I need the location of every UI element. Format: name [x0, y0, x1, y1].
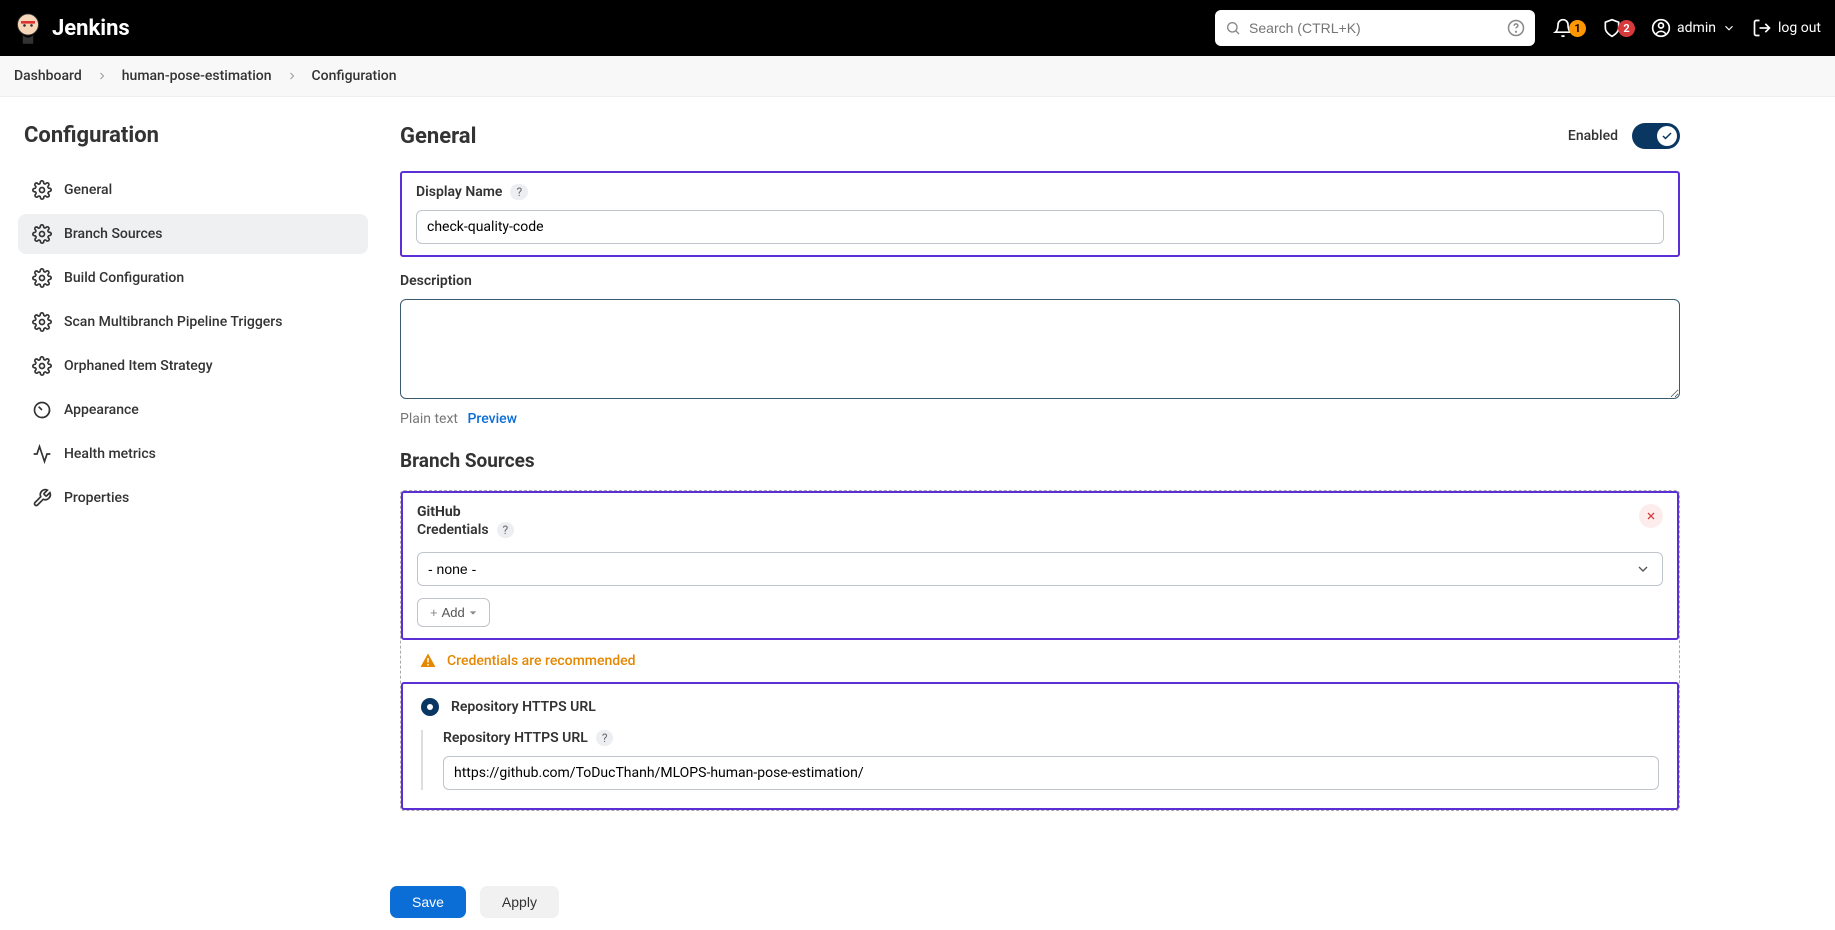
user-menu[interactable]: admin	[1651, 18, 1736, 38]
logout-label: log out	[1778, 20, 1821, 36]
activity-icon	[32, 444, 52, 464]
repo-url-label: Repository HTTPS URL	[443, 730, 588, 746]
notifications-button[interactable]: 1	[1553, 18, 1586, 38]
repo-url-radio[interactable]	[421, 698, 439, 716]
preview-link[interactable]: Preview	[467, 411, 517, 427]
breadcrumb-item[interactable]: Dashboard	[14, 68, 82, 84]
search-icon	[1225, 20, 1241, 36]
description-textarea[interactable]	[400, 299, 1680, 399]
logout-button[interactable]: log out	[1752, 18, 1821, 38]
help-button[interactable]: ?	[596, 730, 614, 746]
chevron-right-icon	[96, 70, 108, 82]
user-name: admin	[1677, 20, 1716, 36]
sidebar-item-label: Build Configuration	[64, 270, 184, 286]
branch-source-container: GitHub Credentials ? - none -	[400, 490, 1680, 811]
sidebar-item-properties[interactable]: Properties	[18, 478, 368, 518]
sidebar-item-label: Appearance	[64, 402, 139, 418]
caret-down-icon	[469, 609, 477, 617]
sidebar-item-build-config[interactable]: Build Configuration	[18, 258, 368, 298]
breadcrumb-item[interactable]: Configuration	[312, 68, 397, 84]
credentials-warning: Credentials are recommended	[401, 640, 1679, 682]
section-title-branch-sources: Branch Sources	[400, 449, 1680, 472]
display-name-input[interactable]	[416, 210, 1664, 244]
chevron-down-icon	[1722, 21, 1736, 35]
action-bar: Save Apply	[0, 874, 1835, 930]
chevron-right-icon	[286, 70, 298, 82]
display-name-group: Display Name ?	[400, 171, 1680, 257]
sidebar-item-orphaned[interactable]: Orphaned Item Strategy	[18, 346, 368, 386]
search-box[interactable]	[1215, 10, 1535, 46]
check-icon	[1661, 130, 1673, 142]
help-button[interactable]: ?	[510, 184, 528, 200]
jenkins-logo-icon	[14, 12, 42, 44]
sidebar-item-label: General	[64, 182, 112, 198]
description-label: Description	[400, 273, 472, 289]
enabled-toggle[interactable]	[1632, 123, 1680, 149]
display-name-label: Display Name	[416, 184, 502, 200]
logout-icon	[1752, 18, 1772, 38]
sidebar-item-branch-sources[interactable]: Branch Sources	[18, 214, 368, 254]
gear-icon	[32, 356, 52, 376]
breadcrumb: Dashboard human-pose-estimation Configur…	[0, 56, 1835, 97]
main-panel: General Enabled Display Name ? Descripti…	[400, 123, 1680, 811]
search-input[interactable]	[1249, 20, 1499, 36]
enabled-label: Enabled	[1568, 128, 1618, 144]
security-badge: 2	[1618, 20, 1635, 37]
help-icon[interactable]	[1507, 19, 1525, 37]
sidebar-item-appearance[interactable]: Appearance	[18, 390, 368, 430]
add-credentials-button[interactable]: +Add	[417, 598, 490, 627]
repo-url-input[interactable]	[443, 756, 1659, 790]
logo[interactable]: Jenkins	[14, 12, 130, 44]
plain-text-label: Plain text	[400, 411, 458, 427]
sidebar-item-label: Health metrics	[64, 446, 156, 462]
config-sidebar: Configuration General Branch Sources Bui…	[18, 123, 368, 811]
warning-icon	[419, 652, 437, 670]
notification-badge: 1	[1569, 20, 1586, 37]
breadcrumb-item[interactable]: human-pose-estimation	[122, 68, 272, 84]
close-icon	[1645, 510, 1657, 522]
gear-icon	[32, 180, 52, 200]
delete-source-button[interactable]	[1639, 504, 1663, 528]
gear-icon	[32, 312, 52, 332]
sidebar-item-general[interactable]: General	[18, 170, 368, 210]
sidebar-item-health[interactable]: Health metrics	[18, 434, 368, 474]
sidebar-item-label: Properties	[64, 490, 129, 506]
header-bar: Jenkins 1 2 admin log out	[0, 0, 1835, 56]
gauge-icon	[32, 400, 52, 420]
credentials-select[interactable]: - none -	[417, 552, 1663, 586]
gear-icon	[32, 224, 52, 244]
credentials-label: Credentials	[417, 522, 489, 538]
section-title-general: General	[400, 124, 476, 149]
wrench-icon	[32, 488, 52, 508]
sidebar-title: Configuration	[18, 123, 368, 148]
help-button[interactable]: ?	[497, 522, 515, 538]
repo-radio-label: Repository HTTPS URL	[451, 699, 596, 715]
brand-name: Jenkins	[52, 16, 130, 41]
save-button[interactable]: Save	[390, 886, 466, 918]
sidebar-item-scan-triggers[interactable]: Scan Multibranch Pipeline Triggers	[18, 302, 368, 342]
user-icon	[1651, 18, 1671, 38]
security-button[interactable]: 2	[1602, 18, 1635, 38]
warning-text: Credentials are recommended	[447, 653, 636, 669]
gear-icon	[32, 268, 52, 288]
sidebar-item-label: Branch Sources	[64, 226, 162, 242]
source-github-title: GitHub	[417, 504, 514, 520]
sidebar-item-label: Orphaned Item Strategy	[64, 358, 213, 374]
apply-button[interactable]: Apply	[480, 886, 559, 918]
sidebar-item-label: Scan Multibranch Pipeline Triggers	[64, 314, 282, 330]
